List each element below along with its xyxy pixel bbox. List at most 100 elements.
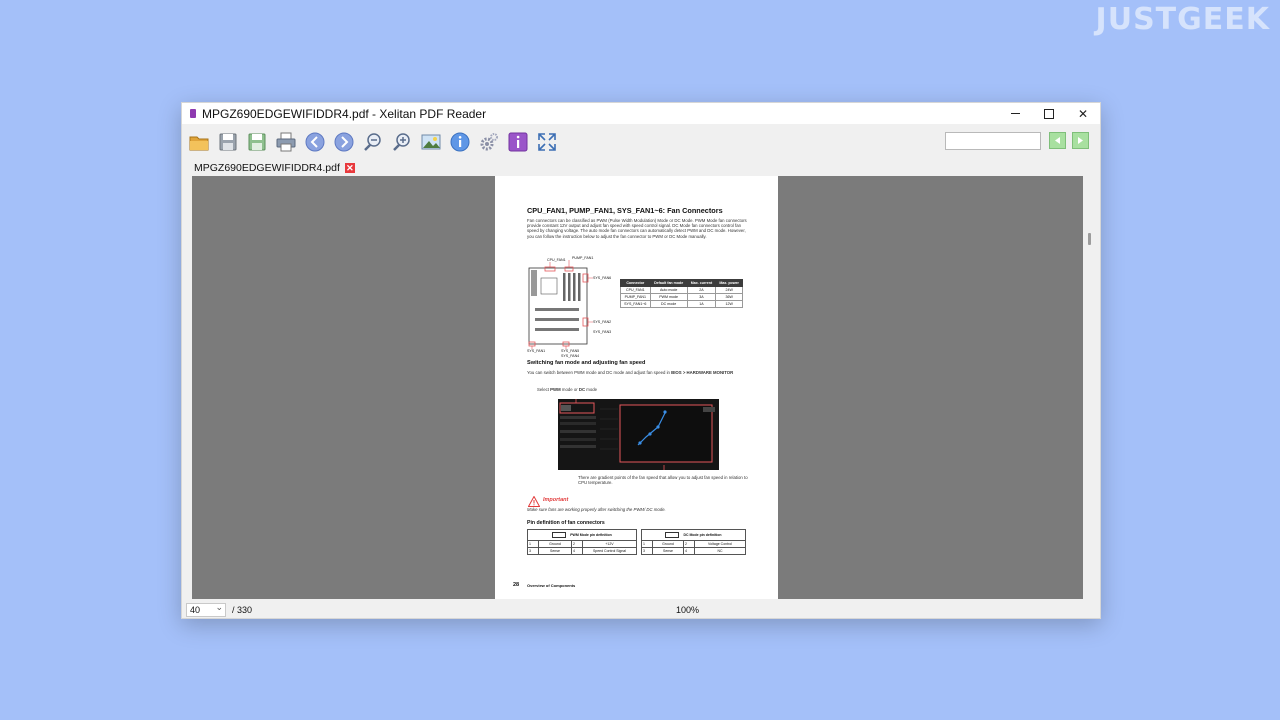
intro-paragraph: Fan connectors can be classified as PWM … (527, 218, 747, 239)
page-footer: Overview of Components (527, 583, 576, 588)
minimize-button[interactable] (998, 103, 1032, 124)
table-cell: 12W (715, 300, 743, 308)
pin-number: 1 (528, 541, 539, 547)
save-icon[interactable] (215, 130, 240, 155)
search-next-button[interactable] (1072, 132, 1089, 149)
label-sys-fan6: SYS_FAN6 (593, 276, 612, 280)
label-cpu-fan1: CPU_FAN1 (547, 258, 566, 262)
table-header: Max. power (715, 279, 743, 287)
important-text: Make sure fans are working properly afte… (527, 507, 666, 512)
toolbar (182, 124, 1100, 160)
pin-number: 4 (572, 548, 583, 554)
justgeek-watermark: JUSTGEEK (1095, 2, 1270, 37)
pin-number: 3 (642, 548, 653, 554)
table-cell: DC mode (649, 300, 688, 308)
select-suffix: mode (586, 387, 598, 392)
pin-definition-heading: Pin definition of fan connectors (527, 520, 605, 526)
about-icon[interactable] (505, 130, 530, 155)
table-cell: Auto mode (649, 286, 688, 294)
table-row: 1 Ground 2 Voltage Control (642, 541, 745, 548)
important-title: Important (543, 497, 569, 503)
zoom-out-icon[interactable] (360, 130, 385, 155)
pdf-reader-window: MPGZ690EDGEWIFIDDR4.pdf - Xelitan PDF Re… (181, 102, 1101, 619)
pin-number: 3 (528, 548, 539, 554)
pin-signal: NC (717, 549, 723, 553)
gradient-note: There are gradient points of the fan spe… (578, 475, 748, 486)
vertical-scrollbar-thumb[interactable] (1088, 233, 1091, 245)
pin-signal: Sense (539, 548, 572, 554)
table-cell: SYS_FAN1~6 (620, 300, 651, 308)
table-header: Connector (620, 279, 651, 287)
dc-connector-icon (665, 532, 680, 538)
select-prefix: Select (537, 387, 549, 392)
dc-pin-title: DC Mode pin definition (683, 532, 722, 537)
select-mid: mode or (561, 387, 578, 392)
open-folder-icon[interactable] (186, 130, 211, 155)
pin-number: 2 (572, 541, 583, 547)
image-icon[interactable] (418, 130, 443, 155)
select-pwm: PWM (550, 387, 561, 392)
table-cell: 1A (686, 300, 717, 308)
tab-document[interactable]: MPGZ690EDGEWIFIDDR4.pdf (194, 162, 340, 174)
info-icon[interactable] (447, 130, 472, 155)
label-sys-fan4: SYS_FAN4 (561, 354, 580, 358)
pwm-pin-table: PWM Mode pin definition 1 Ground 2 +12V … (527, 529, 637, 555)
label-pump-fan1: PUMP_FAN1 (572, 256, 594, 260)
label-sys-fan2: SYS_FAN2 (593, 320, 612, 324)
pin-signal: Voltage Control (708, 542, 732, 546)
title-bar: MPGZ690EDGEWIFIDDR4.pdf - Xelitan PDF Re… (182, 103, 1100, 124)
status-bar: 40 / 330 100% (182, 601, 1100, 618)
label-sys-fan3: SYS_FAN3 (593, 330, 612, 334)
page-number-select[interactable]: 40 (186, 601, 226, 617)
motherboard-diagram: CPU_FAN1 PUMP_FAN1 SYS_FAN6 SYS_FAN2 SYS… (527, 256, 622, 358)
pin-number: 4 (684, 548, 695, 554)
pin-signal: Ground (653, 541, 684, 547)
next-page-icon[interactable] (331, 130, 356, 155)
table-cell: 24W (715, 286, 743, 294)
switch-bold-path: BIOS > HARDWARE MONITOR (671, 370, 734, 375)
pin-signal: Sense (653, 548, 684, 554)
search-input[interactable] (945, 132, 1041, 150)
select-mode-caption: Select PWM mode or DC mode (537, 387, 762, 392)
window-title: MPGZ690EDGEWIFIDDR4.pdf - Xelitan PDF Re… (202, 106, 487, 121)
close-tab-icon[interactable]: ✕ (344, 163, 355, 173)
table-row: 1 Ground 2 +12V (528, 541, 636, 548)
pin-number: 2 (684, 541, 695, 547)
table-row: CPU_FAN1 Auto mode 2A 24W (620, 286, 743, 294)
search-previous-button[interactable] (1049, 132, 1066, 149)
pwm-pin-title: PWM Mode pin definition (570, 532, 612, 537)
switch-instruction: You can switch between PWM mode and DC m… (527, 370, 752, 375)
table-cell: CPU_FAN1 (620, 286, 651, 294)
table-header: Default fan mode (649, 279, 688, 287)
pdf-page: CPU_FAN1, PUMP_FAN1, SYS_FAN1~6: Fan Con… (495, 176, 778, 599)
table-row: 3 Sense 4 NC (642, 548, 745, 554)
zoom-in-icon[interactable] (389, 130, 414, 155)
section-subheading: Switching fan mode and adjusting fan spe… (527, 360, 646, 366)
pin-signal: Speed Control Signal (592, 549, 627, 553)
bios-fan-screenshot (558, 399, 719, 470)
fit-icon[interactable] (534, 130, 559, 155)
pin-number: 1 (642, 541, 653, 547)
previous-page-icon[interactable] (302, 130, 327, 155)
pin-signal: +12V (605, 542, 614, 546)
save-as-icon[interactable] (244, 130, 269, 155)
maximize-button[interactable] (1032, 103, 1066, 124)
select-dc: DC (578, 387, 586, 392)
print-icon[interactable] (273, 130, 298, 155)
page-heading: CPU_FAN1, PUMP_FAN1, SYS_FAN1~6: Fan Con… (527, 206, 723, 215)
page-number: 28 (513, 582, 520, 588)
table-header: Max. current (686, 279, 717, 287)
table-cell: 3A (686, 293, 717, 301)
zoom-level: 100% (676, 605, 700, 615)
document-viewport[interactable]: CPU_FAN1, PUMP_FAN1, SYS_FAN1~6: Fan Con… (192, 176, 1083, 599)
fan-connector-table: Connector Default fan mode Max. current … (620, 279, 743, 308)
label-sys-fan5: SYS_FAN5 (561, 349, 580, 353)
document-tabs: MPGZ690EDGEWIFIDDR4.pdf ✕ (182, 160, 1100, 176)
table-row: 3 Sense 4 Speed Control Signal (528, 548, 636, 554)
app-icon (190, 109, 196, 118)
page-total: / 330 (232, 605, 253, 615)
close-window-button[interactable]: ✕ (1066, 103, 1100, 124)
settings-icon[interactable] (476, 130, 501, 155)
switch-text: You can switch between PWM mode and DC m… (527, 370, 670, 375)
table-cell: 2A (686, 286, 717, 294)
